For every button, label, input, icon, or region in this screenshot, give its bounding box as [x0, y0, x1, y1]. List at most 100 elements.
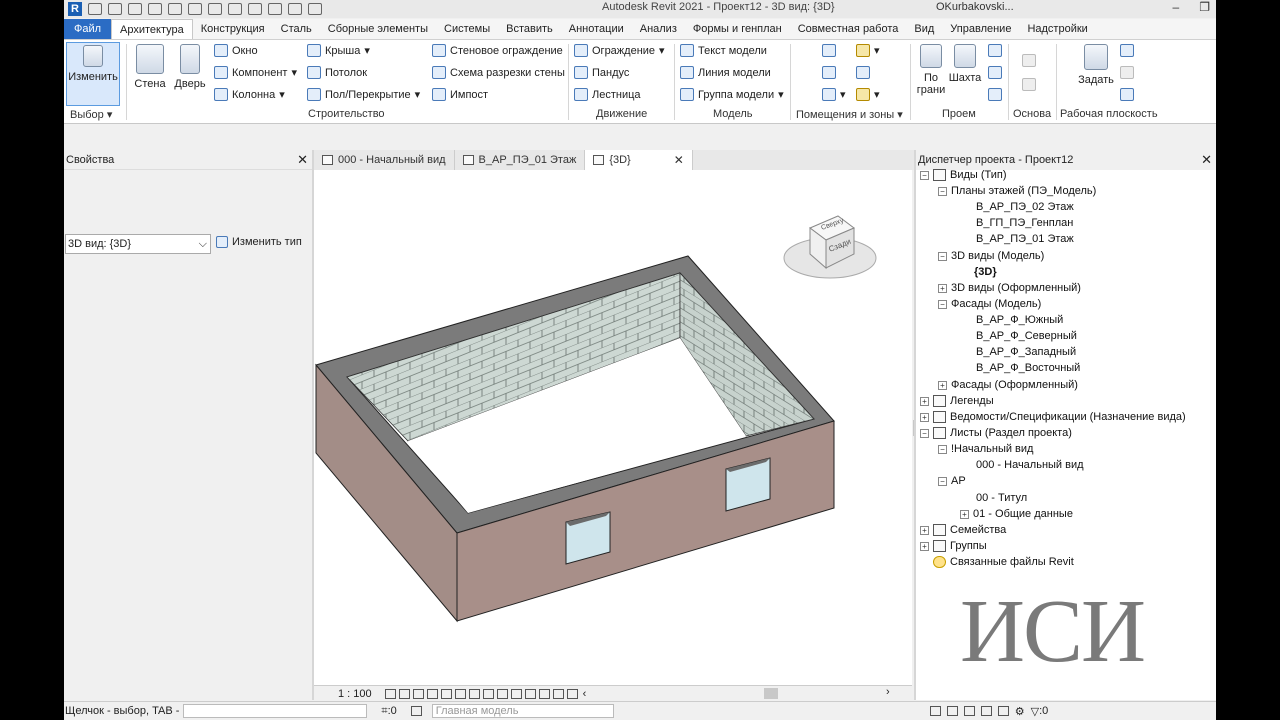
tree-node[interactable]: В_АР_Ф_Северный: [976, 330, 1077, 342]
room-button[interactable]: [822, 44, 836, 57]
tab-addins[interactable]: Надстройки: [1019, 19, 1095, 39]
tree-node[interactable]: + Фасады (Оформленный): [938, 379, 1078, 391]
select-panel-label[interactable]: Выбор ▾: [70, 108, 112, 121]
type-selector[interactable]: 3D вид: {3D} ⌵: [65, 234, 211, 254]
render-icon[interactable]: [440, 688, 452, 699]
expand-icon[interactable]: +: [920, 541, 929, 551]
select-by-face-icon[interactable]: [980, 706, 992, 716]
highlight-displacement-icon[interactable]: [552, 688, 564, 699]
by-face-button[interactable]: По грани: [916, 42, 946, 96]
user-account[interactable]: OKurbakovski...: [936, 1, 1014, 13]
measure-icon[interactable]: [208, 3, 222, 15]
close-icon[interactable]: ✕: [1201, 150, 1212, 170]
level-button[interactable]: [1022, 54, 1036, 67]
model-group-button[interactable]: Группа модели ▾: [680, 88, 784, 101]
expand-icon[interactable]: +: [938, 283, 947, 293]
model-line-button[interactable]: Линия модели: [680, 66, 771, 79]
tree-node[interactable]: В_ГП_ПЭ_Генплан: [976, 217, 1073, 229]
reveal-hidden-icon[interactable]: [510, 688, 522, 699]
area-tag-button[interactable]: ▾: [856, 88, 880, 101]
collapse-icon[interactable]: −: [938, 186, 947, 196]
select-links-icon[interactable]: [929, 706, 941, 716]
print-icon[interactable]: [188, 3, 202, 15]
sun-path-icon[interactable]: [412, 688, 424, 699]
3d-viewport[interactable]: Сверху Сзади ◁▷: [314, 170, 958, 685]
mullion-button[interactable]: Импост: [432, 88, 488, 101]
crop-view-icon[interactable]: [454, 688, 466, 699]
tab-steel[interactable]: Сталь: [273, 19, 320, 39]
show-workplane-button[interactable]: [1120, 44, 1134, 57]
collapse-icon[interactable]: −: [938, 444, 947, 454]
collapse-icon[interactable]: −: [938, 476, 947, 486]
tree-node[interactable]: −3D виды (Модель): [938, 250, 1044, 262]
rooms-panel-label[interactable]: Помещения и зоны ▾: [796, 108, 903, 121]
tree-node[interactable]: В_АР_Ф_Восточный: [976, 362, 1080, 374]
visual-style-icon[interactable]: [398, 688, 410, 699]
filter-icon[interactable]: ▽: [1031, 705, 1039, 718]
analytical-model-icon[interactable]: [538, 688, 550, 699]
text-icon[interactable]: [228, 3, 242, 15]
door-button[interactable]: Дверь: [172, 42, 208, 90]
tree-node[interactable]: + Ведомости/Спецификации (Назначение вида…: [920, 411, 1186, 423]
active-model-select[interactable]: Главная модель: [431, 704, 614, 718]
tab-file[interactable]: Файл: [64, 19, 112, 39]
floor-button[interactable]: Пол/Перекрытие ▾: [307, 88, 420, 101]
room-separator-button[interactable]: ▾: [822, 88, 846, 101]
window-button[interactable]: Окно: [214, 44, 258, 57]
tab-architecture[interactable]: Архитектура: [111, 19, 193, 39]
tree-node[interactable]: 000 - Начальный вид: [976, 459, 1084, 471]
tab-structure[interactable]: Конструкция: [193, 19, 273, 39]
save-icon[interactable]: [108, 3, 122, 15]
tab-annotate[interactable]: Аннотации: [561, 19, 632, 39]
select-pinned-icon[interactable]: [963, 706, 975, 716]
chevron-right-icon[interactable]: ›: [886, 686, 890, 698]
horizontal-scrollbar-thumb[interactable]: [764, 688, 778, 699]
switch-windows-icon[interactable]: [308, 3, 322, 15]
close-icon[interactable]: ✕: [674, 150, 684, 170]
open-icon[interactable]: [88, 3, 102, 15]
status-input[interactable]: [183, 704, 368, 718]
select-underlay-icon[interactable]: [946, 706, 958, 716]
tree-node[interactable]: − !Начальный вид: [938, 443, 1033, 455]
wall-opening-button[interactable]: [988, 44, 1002, 57]
expand-icon[interactable]: +: [920, 396, 929, 406]
tree-node[interactable]: 00 - Титул: [976, 492, 1027, 504]
area-boundary-button[interactable]: [856, 66, 870, 79]
tab-systems[interactable]: Системы: [436, 19, 498, 39]
constraints-icon[interactable]: [566, 688, 578, 699]
background-process-icon[interactable]: ⚙: [1015, 705, 1025, 718]
tree-node[interactable]: Связанные файлы Revit: [933, 556, 1074, 568]
close-hidden-icon[interactable]: [288, 3, 302, 15]
tree-node[interactable]: В_АР_ПЭ_02 Этаж: [976, 201, 1074, 213]
railing-button[interactable]: Ограждение ▾: [574, 44, 665, 57]
collapse-icon[interactable]: −: [920, 170, 929, 180]
tree-node[interactable]: − АР: [938, 475, 966, 487]
tab-collaborate[interactable]: Совместная работа: [790, 19, 907, 39]
column-button[interactable]: Колонна ▾: [214, 88, 285, 101]
close-icon[interactable]: ✕: [297, 150, 308, 170]
viewer-button[interactable]: [1120, 88, 1134, 101]
area-button[interactable]: [822, 66, 836, 79]
thin-lines-icon[interactable]: [268, 3, 282, 15]
dormer-opening-button[interactable]: [988, 88, 1002, 101]
tree-node[interactable]: В_АР_Ф_Южный: [976, 314, 1063, 326]
ref-plane-button[interactable]: [1120, 66, 1134, 79]
model-text-button[interactable]: Текст модели: [680, 44, 767, 57]
lock-3d-icon[interactable]: [482, 688, 494, 699]
tab-massing-site[interactable]: Формы и генплан: [685, 19, 790, 39]
worksharing-icon[interactable]: [524, 688, 536, 699]
tree-node[interactable]: +01 - Общие данные: [960, 508, 1073, 520]
redo-icon[interactable]: [168, 3, 182, 15]
temp-hide-icon[interactable]: [496, 688, 508, 699]
minimize-icon[interactable]: –: [1173, 0, 1180, 14]
set-workplane-button[interactable]: Задать: [1076, 42, 1116, 86]
show-crop-icon[interactable]: [468, 688, 480, 699]
drag-elements-icon[interactable]: [997, 706, 1009, 716]
tree-node[interactable]: В_АР_ПЭ_01 Этаж: [976, 233, 1074, 245]
modify-button[interactable]: Изменить: [66, 42, 120, 106]
tree-node[interactable]: +3D виды (Оформленный): [938, 282, 1081, 294]
vertical-opening-button[interactable]: [988, 66, 1002, 79]
tab-manage[interactable]: Управление: [942, 19, 1019, 39]
design-options-icon[interactable]: [410, 706, 422, 716]
shadows-icon[interactable]: [426, 688, 438, 699]
